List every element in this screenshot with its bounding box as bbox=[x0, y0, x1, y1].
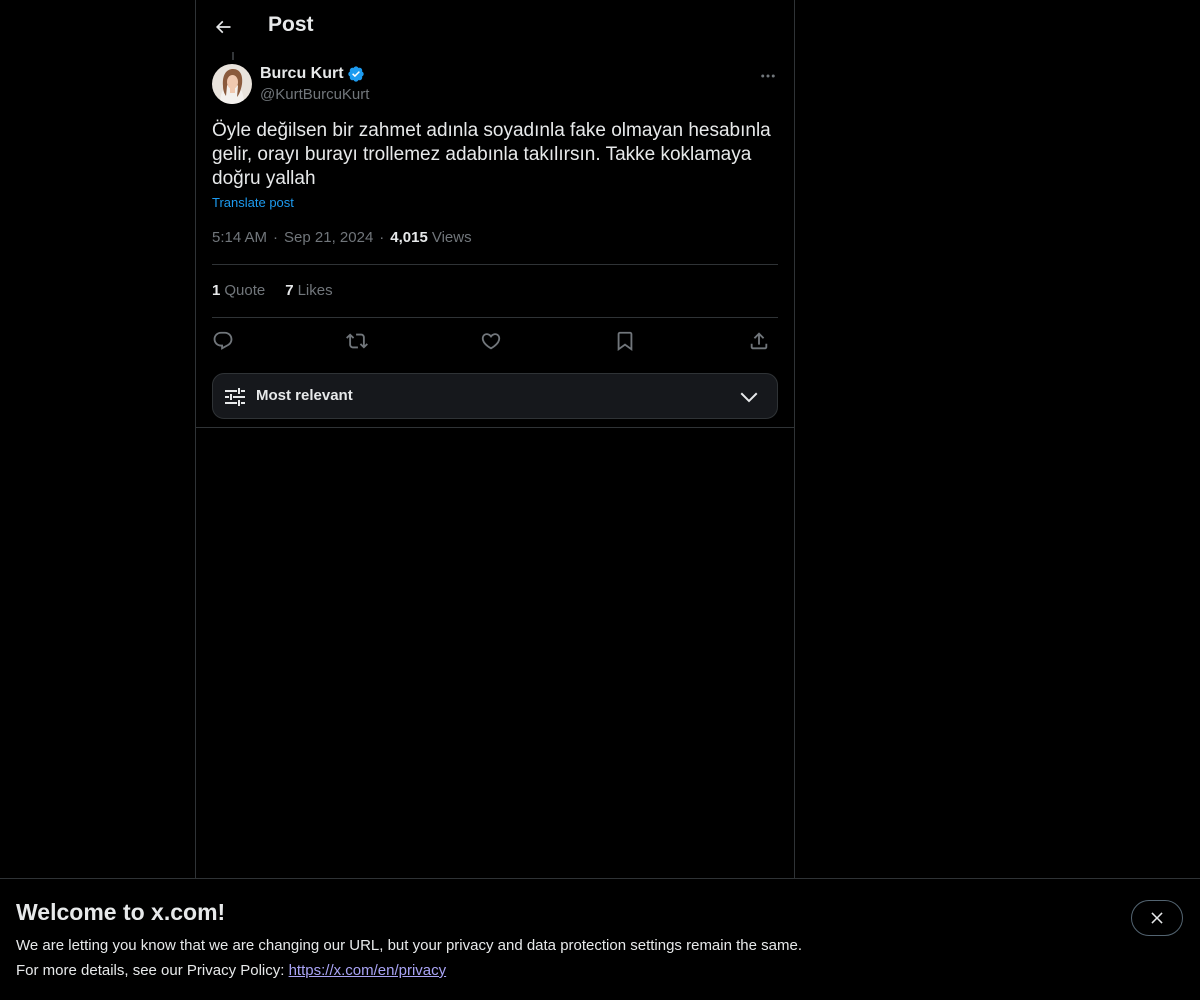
more-horizontal-icon bbox=[761, 74, 775, 78]
reply-button[interactable] bbox=[208, 326, 238, 356]
sort-replies-dropdown[interactable]: Most relevant bbox=[212, 373, 778, 419]
likes-stat[interactable]: 7 Likes bbox=[285, 282, 332, 299]
page-title: Post bbox=[268, 13, 314, 36]
views-label: Views bbox=[431, 229, 472, 246]
bookmark-icon bbox=[617, 331, 633, 352]
post-date[interactable]: Sep 21, 2024 bbox=[284, 229, 373, 246]
arrow-left-icon bbox=[215, 20, 231, 34]
welcome-banner: Welcome to x.com! We are letting you kno… bbox=[0, 878, 1200, 1000]
translate-post-link[interactable]: Translate post bbox=[212, 195, 294, 210]
thread-line bbox=[232, 52, 234, 60]
chevron-down-icon bbox=[740, 392, 758, 403]
sliders-icon bbox=[225, 388, 245, 406]
heart-icon bbox=[481, 333, 501, 350]
repost-icon bbox=[346, 333, 368, 349]
quotes-label: Quote bbox=[224, 282, 266, 299]
sort-label: Most relevant bbox=[256, 387, 353, 404]
likes-label: Likes bbox=[297, 282, 333, 299]
verified-badge-icon bbox=[347, 65, 365, 83]
author-handle[interactable]: @KurtBurcuKurt bbox=[260, 86, 369, 103]
bookmark-button[interactable] bbox=[610, 326, 640, 356]
post-meta: 5:14 AM · Sep 21, 2024 · 4,015 Views bbox=[212, 229, 472, 246]
banner-details-text: For more details, see our Privacy Policy… bbox=[16, 962, 289, 979]
page: Post Burcu Kurt @KurtBurcuKurt Öyle deği… bbox=[0, 0, 1200, 1000]
share-button[interactable] bbox=[744, 326, 774, 356]
share-icon bbox=[750, 332, 768, 350]
more-options-button[interactable] bbox=[756, 64, 780, 88]
main-column: Post Burcu Kurt @KurtBurcuKurt Öyle deği… bbox=[195, 0, 795, 878]
author-name-text: Burcu Kurt bbox=[260, 65, 344, 82]
meta-separator: · bbox=[273, 229, 279, 246]
post-time[interactable]: 5:14 AM bbox=[212, 229, 267, 246]
like-button[interactable] bbox=[476, 326, 506, 356]
banner-title: Welcome to x.com! bbox=[16, 899, 226, 925]
quotes-count: 1 bbox=[212, 282, 221, 299]
post-text: Öyle değilsen bir zahmet adınla soyadınl… bbox=[212, 120, 771, 189]
reply-icon bbox=[213, 331, 233, 350]
banner-details: For more details, see our Privacy Policy… bbox=[16, 962, 446, 979]
likes-count: 7 bbox=[285, 282, 294, 299]
divider bbox=[212, 264, 778, 265]
divider bbox=[196, 427, 794, 428]
meta-separator: · bbox=[379, 229, 385, 246]
author-name[interactable]: Burcu Kurt bbox=[260, 65, 365, 83]
divider bbox=[212, 317, 778, 318]
privacy-policy-link[interactable]: https://x.com/en/privacy bbox=[289, 962, 447, 979]
page-header: Post bbox=[196, 0, 794, 54]
quotes-stat[interactable]: 1 Quote bbox=[212, 282, 265, 299]
back-button[interactable] bbox=[207, 11, 239, 43]
close-icon bbox=[1151, 912, 1163, 924]
close-banner-button[interactable] bbox=[1131, 900, 1183, 936]
action-bar bbox=[212, 326, 778, 356]
avatar[interactable] bbox=[212, 64, 252, 104]
views-count: 4,015 bbox=[390, 229, 428, 246]
repost-button[interactable] bbox=[342, 326, 372, 356]
banner-message: We are letting you know that we are chan… bbox=[16, 937, 802, 954]
avatar-image bbox=[212, 64, 252, 104]
post-stats: 1 Quote 7 Likes bbox=[212, 282, 353, 299]
